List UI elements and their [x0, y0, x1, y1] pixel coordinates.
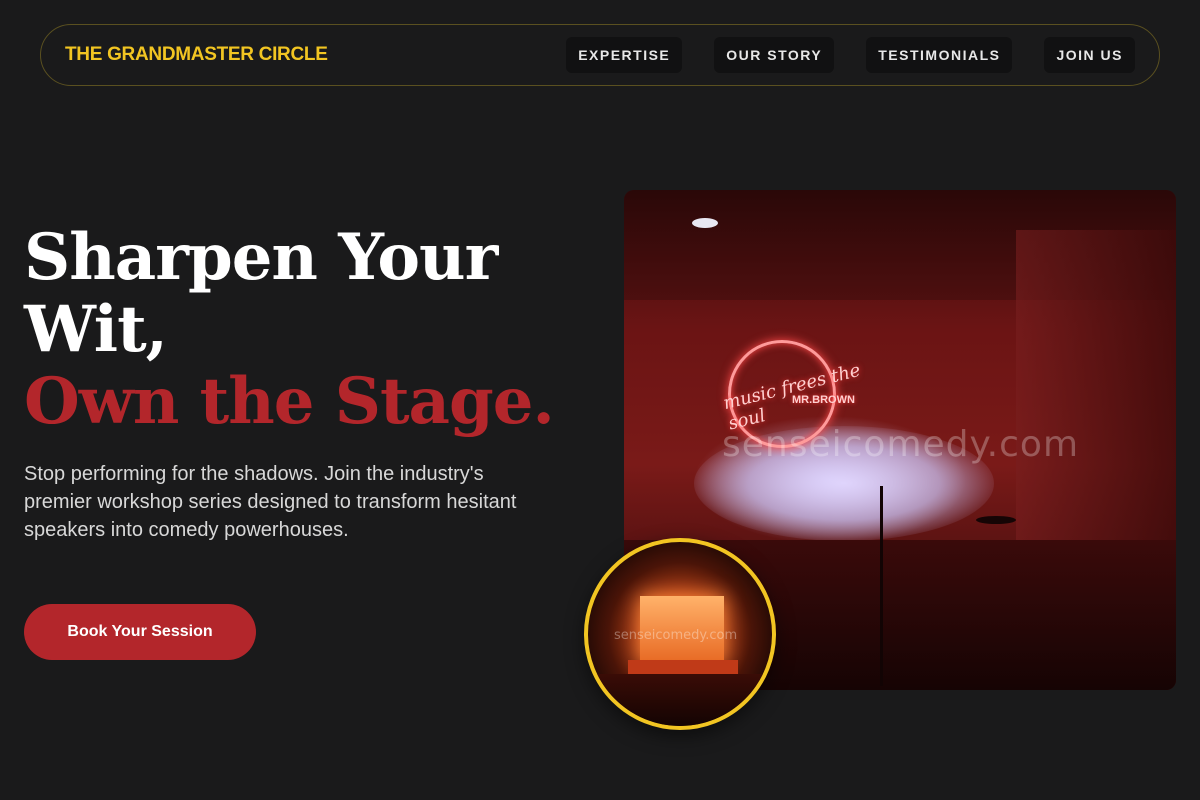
photo-watermark: senseicomedy.com	[722, 424, 1080, 465]
nav-testimonials[interactable]: TESTIMONIALS	[866, 37, 1013, 73]
nav-our-story[interactable]: OUR STORY	[714, 37, 835, 73]
book-session-button[interactable]: Book Your Session	[24, 604, 256, 660]
cymbal	[976, 516, 1016, 524]
inset-stage-photo: senseicomedy.com	[584, 538, 776, 730]
hero-headline: Sharpen Your Wit, Own the Stage.	[24, 222, 584, 438]
inset-watermark: senseicomedy.com	[614, 628, 738, 643]
inset-floor	[588, 674, 772, 726]
hero-description: Stop performing for the shadows. Join th…	[24, 463, 517, 541]
headline-line-1: Sharpen Your	[24, 220, 498, 295]
headline-line-2: Wit,	[24, 292, 168, 367]
mic-stand	[880, 486, 883, 686]
nav-expertise[interactable]: EXPERTISE	[566, 37, 683, 73]
nav-links: EXPERTISE OUR STORY TESTIMONIALS JOIN US	[566, 37, 1135, 73]
brand-logo[interactable]: THE GRANDMASTER CIRCLE	[65, 44, 328, 66]
page: THE GRANDMASTER CIRCLE EXPERTISE OUR STO…	[0, 0, 1200, 800]
top-nav: THE GRANDMASTER CIRCLE EXPERTISE OUR STO…	[40, 24, 1160, 86]
headline-accent: Own the Stage.	[24, 364, 555, 439]
ceiling-light	[692, 218, 718, 228]
nav-join-us[interactable]: JOIN US	[1044, 37, 1135, 73]
neon-sign-subtext: MR.BROWN	[792, 394, 855, 406]
